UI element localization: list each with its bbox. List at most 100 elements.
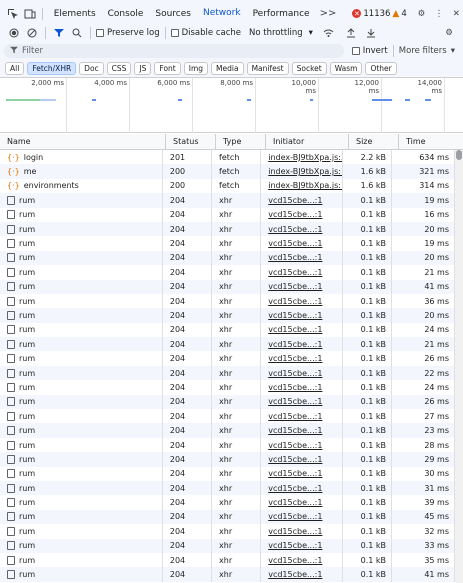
table-row[interactable]: {·} environments 200 fetch index-BJ9tbXpa.js…	[0, 178, 455, 194]
initiator-link[interactable]: vcd15cbe...:1	[268, 210, 322, 219]
initiator-link[interactable]: vcd15cbe...:1	[268, 541, 322, 550]
cell-name[interactable]: rum	[0, 250, 163, 266]
cell-name[interactable]: rum	[0, 509, 163, 525]
initiator-link[interactable]: vcd15cbe...:1	[268, 512, 322, 521]
table-row[interactable]: rum 204 xhr vcd15cbe...:1 0.1 kB 20 ms	[0, 221, 455, 237]
header-size[interactable]: Size	[349, 134, 399, 149]
initiator-link[interactable]: vcd15cbe...:1	[268, 397, 322, 406]
header-initiator[interactable]: Initiator	[266, 134, 349, 149]
filter-chip-doc[interactable]: Doc	[79, 62, 104, 75]
table-row[interactable]: rum 204 xhr vcd15cbe...:1 0.1 kB 27 ms	[0, 409, 455, 424]
filter-input[interactable]: Filter	[4, 44, 344, 58]
scrollbar-thumb[interactable]	[456, 150, 462, 160]
issues-counter[interactable]: ✕ 11136 ▲ 4	[352, 9, 407, 19]
preserve-log-checkbox[interactable]: Preserve log	[96, 28, 160, 38]
filter-chip-js[interactable]: JS	[134, 62, 152, 75]
initiator-link[interactable]: vcd15cbe...:1	[268, 369, 322, 378]
inspect-element-icon[interactable]	[6, 6, 19, 22]
table-row[interactable]: rum 204 xhr vcd15cbe...:1 0.1 kB 21 ms	[0, 337, 455, 352]
table-row[interactable]: rum 204 xhr vcd15cbe...:1 0.1 kB 36 ms	[0, 293, 455, 309]
filter-chip-socket[interactable]: Socket	[291, 62, 327, 75]
cell-name[interactable]: rum	[0, 409, 163, 424]
table-row[interactable]: rum 204 xhr vcd15cbe...:1 0.1 kB 29 ms	[0, 452, 455, 467]
table-row[interactable]: rum 204 xhr vcd15cbe...:1 0.1 kB 20 ms	[0, 250, 455, 266]
initiator-link[interactable]: vcd15cbe...:1	[268, 556, 322, 565]
initiator-link[interactable]: vcd15cbe...:1	[268, 268, 322, 277]
cell-name[interactable]: rum	[0, 394, 163, 410]
table-row[interactable]: {·}me200fetchindex-BJ9tbXpa.js:181.6 kB3…	[0, 164, 455, 179]
more-tabs-button[interactable]: >>	[316, 8, 341, 19]
table-row[interactable]: rum 204 xhr vcd15cbe...:1 0.1 kB 41 ms	[0, 279, 455, 294]
initiator-link[interactable]: index-BJ9tbXpa.js:18	[268, 181, 342, 190]
cell-name[interactable]: rum	[0, 193, 163, 208]
initiator-link[interactable]: vcd15cbe...:1	[268, 311, 322, 320]
network-settings-gear-icon[interactable]: ⚙	[441, 25, 457, 41]
checkbox-box[interactable]	[351, 47, 360, 55]
initiator-link[interactable]: vcd15cbe...:1	[268, 354, 322, 363]
initiator-link[interactable]: vcd15cbe...:1	[268, 469, 322, 478]
table-row[interactable]: rum 204 xhr vcd15cbe...:1 0.1 kB 26 ms	[0, 351, 455, 366]
cell-name[interactable]: rum	[0, 293, 163, 309]
cell-name[interactable]: rum	[0, 322, 163, 338]
initiator-link[interactable]: vcd15cbe...:1	[268, 455, 322, 464]
table-row[interactable]: rum 204 xhr vcd15cbe...:1 0.1 kB 28 ms	[0, 437, 455, 453]
header-type[interactable]: Type	[216, 134, 266, 149]
cell-name[interactable]: {·} environments	[0, 178, 163, 194]
header-status[interactable]: Status	[166, 134, 216, 149]
cell-name[interactable]: rum	[0, 279, 163, 294]
import-har-icon[interactable]	[343, 25, 359, 41]
checkbox-box[interactable]	[170, 29, 179, 37]
table-row[interactable]: rum 204 xhr vcd15cbe...:1 0.1 kB 35 ms	[0, 552, 455, 568]
filter-chip-all[interactable]: All	[5, 62, 25, 75]
initiator-link[interactable]: vcd15cbe...:1	[268, 527, 322, 536]
table-row[interactable]: rum 204 xhr vcd15cbe...:1 0.1 kB 32 ms	[0, 524, 455, 539]
table-row[interactable]: rum 204 xhr vcd15cbe...:1 0.1 kB 19 ms	[0, 236, 455, 251]
cell-name[interactable]: rum	[0, 351, 163, 366]
table-row[interactable]: rum 204 xhr vcd15cbe...:1 0.1 kB 24 ms	[0, 380, 455, 395]
more-filters-dropdown[interactable]: More filters ▾	[399, 46, 455, 56]
initiator-link[interactable]: vcd15cbe...:1	[268, 282, 322, 291]
cell-name[interactable]: rum	[0, 452, 163, 467]
cell-name[interactable]: rum	[0, 265, 163, 280]
table-row[interactable]: rum 204 xhr vcd15cbe...:1 0.1 kB 22 ms	[0, 365, 455, 381]
initiator-link[interactable]: vcd15cbe...:1	[268, 253, 322, 262]
filter-funnel-icon[interactable]	[51, 25, 67, 41]
cell-name[interactable]: rum	[0, 236, 163, 251]
close-devtools-icon[interactable]: ✕	[450, 6, 463, 22]
cell-name[interactable]: rum	[0, 308, 163, 323]
header-time[interactable]: Time	[399, 134, 463, 149]
table-row[interactable]: rum 204 xhr vcd15cbe...:1 0.1 kB 19 ms	[0, 193, 455, 208]
table-row[interactable]: rum 204 xhr vcd15cbe...:1 0.1 kB 21 ms	[0, 265, 455, 280]
disable-cache-checkbox[interactable]: Disable cache	[170, 28, 241, 38]
requests-scrollbar[interactable]	[455, 150, 463, 583]
initiator-link[interactable]: vcd15cbe...:1	[268, 570, 322, 579]
cell-name[interactable]: rum	[0, 552, 163, 568]
initiator-link[interactable]: vcd15cbe...:1	[268, 340, 322, 349]
table-row[interactable]: rum 204 xhr vcd15cbe...:1 0.1 kB 39 ms	[0, 495, 455, 510]
more-options-icon[interactable]: ⋮	[432, 6, 445, 22]
checkbox-box[interactable]	[96, 29, 104, 37]
filter-chip-fetch-xhr[interactable]: Fetch/XHR	[27, 62, 77, 75]
initiator-link[interactable]: vcd15cbe...:1	[268, 297, 322, 306]
throttling-select[interactable]: No throttling ▾	[249, 28, 313, 38]
cell-name[interactable]: rum	[0, 538, 163, 553]
cell-name[interactable]: rum	[0, 567, 163, 582]
initiator-link[interactable]: vcd15cbe...:1	[268, 325, 322, 334]
settings-gear-icon[interactable]: ⚙	[415, 6, 428, 22]
initiator-link[interactable]: vcd15cbe...:1	[268, 225, 322, 234]
cell-name[interactable]: rum	[0, 437, 163, 453]
table-row[interactable]: rum 204 xhr vcd15cbe...:1 0.1 kB 45 ms	[0, 509, 455, 525]
cell-name[interactable]: rum	[0, 337, 163, 352]
initiator-link[interactable]: vcd15cbe...:1	[268, 196, 322, 205]
invert-checkbox[interactable]: Invert	[351, 46, 388, 56]
table-row[interactable]: rum 204 xhr vcd15cbe...:1 0.1 kB 30 ms	[0, 466, 455, 481]
initiator-link[interactable]: vcd15cbe...:1	[268, 383, 322, 392]
export-har-icon[interactable]	[363, 25, 379, 41]
initiator-link[interactable]: vcd15cbe...:1	[268, 239, 322, 248]
filter-chip-media[interactable]: Media	[211, 62, 244, 75]
search-icon[interactable]	[69, 25, 85, 41]
initiator-link[interactable]: vcd15cbe...:1	[268, 426, 322, 435]
initiator-link[interactable]: vcd15cbe...:1	[268, 441, 322, 450]
network-conditions-icon[interactable]	[321, 25, 337, 41]
cell-name[interactable]: rum	[0, 423, 163, 438]
